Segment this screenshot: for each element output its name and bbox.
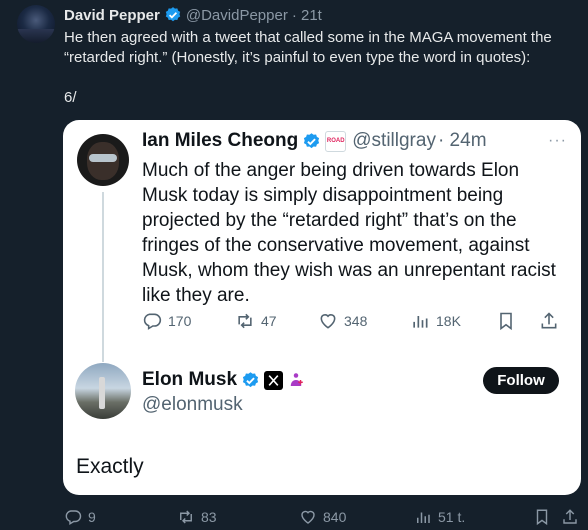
views-count: 18K [436,313,461,329]
quoted-action-bar: 170 47 348 18K [142,311,562,335]
verified-badge-icon [164,6,182,24]
bookmark-button[interactable] [533,508,551,526]
quoted-views-button[interactable]: 18K [410,311,461,331]
bookmark-icon [496,311,516,331]
follow-button[interactable]: Follow [483,367,559,394]
reply-count: 9 [88,509,96,525]
pride-icon [287,371,305,389]
quoted-text: Much of the anger being driven towards E… [142,160,556,306]
quoted-header: Ian Miles Cheong ROAD @stillgray · 24m [142,130,487,152]
like-count: 348 [344,313,368,329]
bookmark-icon [533,508,551,526]
quoted-share-button[interactable] [539,311,559,331]
share-icon [539,311,559,331]
tweet-action-bar: 9 83 840 51 t. [64,508,579,528]
quoted-thread-card[interactable]: Ian Miles Cheong ROAD @stillgray · 24m ·… [63,120,581,495]
tweet-header: David Pepper @DavidPepper · 21t [64,6,322,24]
x-logo-icon [264,370,284,390]
reply-icon [64,508,82,526]
affiliate-badge-icon: ROAD [325,130,347,152]
reply-text: Exactly [76,455,144,478]
quoted-author-name[interactable]: Ian Miles Cheong [142,130,298,152]
quoted-repost-button[interactable]: 47 [235,311,277,331]
share-icon [561,508,579,526]
author-handle[interactable]: @DavidPepper [186,7,288,24]
views-icon [414,508,432,526]
repost-icon [177,508,195,526]
verified-badge-icon [241,371,260,390]
tweet-time[interactable]: · 21t [292,7,322,24]
quoted-reply-button[interactable]: 170 [142,311,191,331]
repost-count: 47 [261,313,277,329]
reply-author-name[interactable]: Elon Musk [142,369,237,391]
more-options-icon[interactable]: ··· [548,132,567,150]
views-icon [410,311,430,331]
quoted-time[interactable]: · 24m [438,130,487,152]
reply-count: 170 [168,313,192,329]
like-button[interactable]: 840 [299,508,346,526]
quoted-like-button[interactable]: 348 [318,311,367,331]
author-name[interactable]: David Pepper [64,7,160,24]
heart-icon [318,311,338,331]
heart-icon [299,508,317,526]
reply-handle[interactable]: @elonmusk [142,394,243,416]
quoted-bookmark-button[interactable] [496,311,516,331]
tweet-text: He then agreed with a tweet that called … [64,29,552,66]
share-button[interactable] [561,508,579,526]
reply-icon [142,311,162,331]
repost-button[interactable]: 83 [177,508,217,526]
reply-author-row: Elon Musk [142,369,305,391]
thread-connector-line [102,192,104,362]
thread-index: 6/ [64,89,77,106]
quoted-handle[interactable]: @stillgray [352,130,436,152]
views-button[interactable]: 51 t. [414,508,465,526]
verified-badge-icon [302,132,321,151]
repost-icon [235,311,255,331]
reply-author-avatar[interactable] [75,363,131,419]
views-count: 51 t. [438,509,466,525]
like-count: 840 [323,509,347,525]
author-avatar[interactable] [17,5,55,43]
quoted-author-avatar[interactable] [77,134,129,186]
reply-button[interactable]: 9 [64,508,96,526]
repost-count: 83 [201,509,217,525]
